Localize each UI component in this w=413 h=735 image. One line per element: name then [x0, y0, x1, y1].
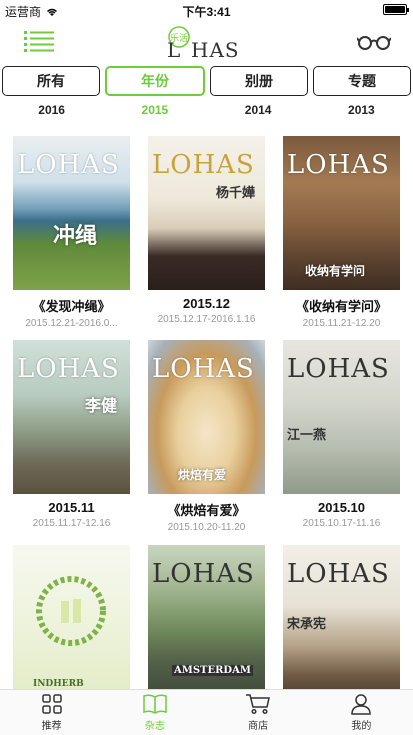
magazine-title: 《发现冲绳》 — [32, 299, 111, 314]
segment-year[interactable]: 年份 — [105, 66, 205, 96]
magazine-date: 2015.10.17-11.16 — [302, 518, 381, 529]
magazine-grid: LOHAS 冲绳 《发现冲绳》 2015.12.21-2016.0... LOH… — [0, 136, 413, 689]
battery-icon — [383, 4, 409, 15]
svg-text:L: L — [167, 38, 181, 60]
tab-label: 杂志 — [144, 721, 165, 732]
cart-icon — [246, 694, 271, 715]
tab-shop[interactable]: 商店 — [207, 690, 310, 735]
wreath-illustration — [36, 576, 106, 646]
magazine-card[interactable]: LOHAS 江一燕 2015.10 2015.10.17-11.16 — [283, 340, 400, 529]
magazine-cover[interactable]: LOHAS AMSTERDAM — [148, 545, 265, 689]
magazine-date: 2015.10.20-11.20 — [167, 522, 246, 533]
lohas-logo-mark: 乐活 L HAS — [167, 26, 240, 62]
cover-logo: LOHAS — [17, 354, 120, 384]
cover-headline: 杨千嬅 — [216, 186, 256, 201]
cover-logo: LOHAS — [17, 150, 120, 180]
segment-special[interactable]: 别册 — [210, 66, 308, 96]
magazine-title: 《收纳有学问》 — [295, 299, 387, 314]
cover-headline: INDHERB — [33, 679, 84, 689]
magazine-date: 2015.12.21-2016.0... — [25, 318, 118, 329]
magazine-card[interactable]: LOHAS 李健 2015.11 2015.11.17-12.16 — [13, 340, 130, 529]
magazine-cover[interactable]: LOHAS 冲绳 — [13, 136, 130, 290]
magazine-card[interactable]: INDHERB — [13, 545, 130, 689]
tab-recommend[interactable]: 推荐 — [0, 690, 103, 735]
magazine-cover[interactable]: LOHAS 收纳有学问 — [283, 136, 400, 290]
magazine-card[interactable]: LOHAS 烘焙有爱 《烘焙有爱》 2015.10.20-11.20 — [148, 340, 265, 533]
magazine-title: 2015.12 — [183, 296, 230, 311]
status-bar: 运营商 下午3:41 — [0, 0, 413, 20]
magazine-date: 2015.12.17-2016.1.16 — [157, 314, 256, 325]
year-2014[interactable]: 2014 — [207, 103, 310, 121]
year-tabs: 2016 2015 2014 2013 — [0, 103, 413, 121]
lohas-logo: 乐活 L HAS — [0, 24, 413, 65]
person-icon — [351, 694, 372, 715]
cover-headline: 收纳有学问 — [305, 264, 366, 278]
year-2016[interactable]: 2016 — [0, 103, 103, 121]
cover-logo: LOHAS — [287, 150, 390, 180]
svg-text:HAS: HAS — [191, 38, 240, 60]
magazine-date: 2015.11.17-12.16 — [32, 518, 111, 529]
magazine-cover[interactable]: LOHAS 烘焙有爱 — [148, 340, 265, 494]
magazine-cover[interactable]: LOHAS 杨千嬅 — [148, 136, 265, 290]
cover-logo: LOHAS — [152, 354, 255, 384]
magazine-card[interactable]: LOHAS AMSTERDAM — [148, 545, 265, 689]
magazine-title: 2015.10 — [318, 500, 365, 515]
cover-headline: 烘焙有爱 — [178, 468, 227, 482]
magazine-title: 2015.11 — [48, 500, 95, 515]
year-2015[interactable]: 2015 — [103, 103, 206, 121]
segment-all[interactable]: 所有 — [2, 66, 100, 96]
magazine-card[interactable]: LOHAS 收纳有学问 《收纳有学问》 2015.11.21-12.20 — [283, 136, 400, 329]
tab-magazine[interactable]: 杂志 — [103, 690, 206, 735]
tab-label: 推荐 — [41, 721, 62, 732]
magazine-title: 《烘焙有爱》 — [167, 503, 246, 518]
cover-logo: LOHAS — [287, 559, 390, 589]
cover-logo: LOHAS — [287, 354, 390, 384]
magazine-card[interactable]: LOHAS 宋承宪 — [283, 545, 400, 689]
grid-icon — [41, 694, 62, 714]
magazine-cover[interactable]: LOHAS 李健 — [13, 340, 130, 494]
cover-headline: 宋承宪 — [287, 617, 327, 632]
magazine-card[interactable]: LOHAS 杨千嬅 2015.12 2015.12.17-2016.1.16 — [148, 136, 265, 325]
tab-mine[interactable]: 我的 — [310, 690, 413, 735]
glasses-icon[interactable] — [357, 32, 391, 52]
book-icon — [143, 694, 167, 714]
header: 乐活 L HAS — [0, 20, 413, 64]
magazine-cover[interactable]: LOHAS 宋承宪 — [283, 545, 400, 689]
bottom-tab-bar: 推荐 杂志 商店 我的 — [0, 689, 413, 735]
tab-label: 我的 — [351, 721, 372, 732]
cover-headline: 冲绳 — [53, 223, 98, 249]
year-2013[interactable]: 2013 — [310, 103, 413, 121]
magazine-date: 2015.11.21-12.20 — [302, 318, 381, 329]
cover-headline: AMSTERDAM — [172, 665, 253, 676]
segment-topic[interactable]: 专题 — [313, 66, 411, 96]
magazine-card[interactable]: LOHAS 冲绳 《发现冲绳》 2015.12.21-2016.0... — [13, 136, 130, 329]
cover-logo: LOHAS — [152, 150, 255, 180]
tab-label: 商店 — [248, 721, 269, 732]
magazine-cover[interactable]: INDHERB — [13, 545, 130, 689]
magazine-cover[interactable]: LOHAS 江一燕 — [283, 340, 400, 494]
category-segments: 所有 年份 别册 专题 — [2, 66, 411, 96]
cover-headline: 李健 — [85, 396, 118, 415]
cover-logo: LOHAS — [152, 559, 255, 589]
cover-headline: 江一燕 — [287, 428, 327, 443]
status-right — [383, 4, 409, 15]
status-time: 下午3:41 — [182, 5, 231, 19]
